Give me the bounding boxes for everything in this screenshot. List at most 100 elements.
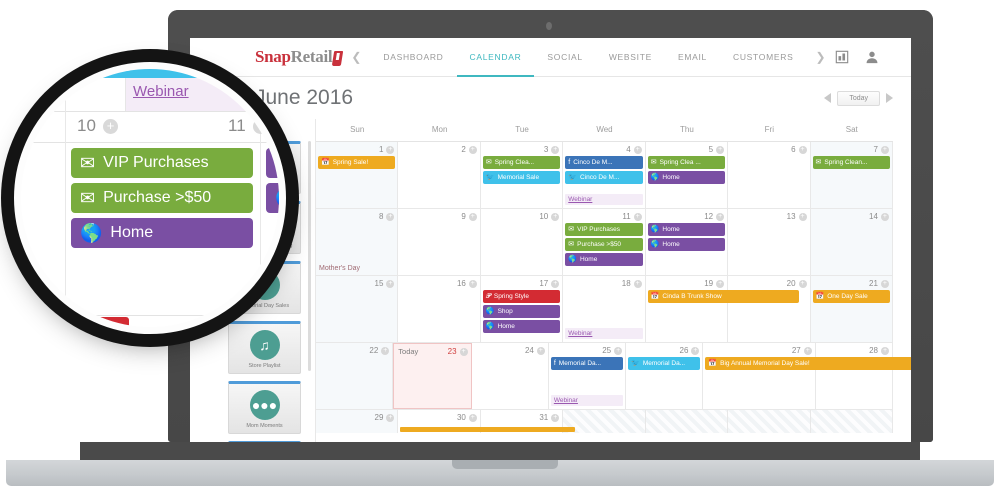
add-event-plus-icon[interactable]: +: [381, 346, 390, 355]
calendar-event[interactable]: 𝓟 Spring Style: [482, 290, 561, 303]
add-event-plus-icon[interactable]: +: [551, 212, 560, 221]
calendar-day-cell[interactable]: 20 +: [728, 276, 811, 342]
webinar-link[interactable]: Webinar: [550, 395, 624, 406]
nav-item-email[interactable]: EMAIL: [665, 38, 720, 77]
add-event-plus-icon[interactable]: +: [880, 212, 889, 221]
idea-card[interactable]: ●●● Mom Moments: [228, 381, 301, 434]
magnified-webinar-link[interactable]: Webinar: [133, 83, 189, 100]
add-event-plus-icon[interactable]: +: [468, 413, 477, 422]
calendar-day-cell[interactable]: Today 23 +: [393, 343, 472, 409]
calendar-day-cell[interactable]: 9 +: [398, 209, 481, 275]
add-event-plus-icon[interactable]: +: [798, 212, 807, 221]
add-event-plus-icon[interactable]: +: [880, 279, 889, 288]
magnified-twitter-event[interactable]: [83, 69, 213, 78]
chevron-right-icon[interactable]: ❯: [806, 50, 834, 64]
calendar-day-cell[interactable]: 12 + 🌎 Home 🌎 Home: [646, 209, 729, 275]
add-event-plus-icon[interactable]: +: [536, 346, 545, 355]
add-event-plus-icon[interactable]: +: [459, 347, 468, 356]
add-event-plus-icon[interactable]: +: [551, 279, 560, 288]
add-event-plus-icon[interactable]: +: [798, 279, 807, 288]
calendar-day-cell[interactable]: 28 +: [816, 343, 894, 409]
add-event-plus-icon[interactable]: +: [468, 212, 477, 221]
add-event-plus-icon[interactable]: +: [551, 145, 560, 154]
calendar-day-cell[interactable]: 15 +: [316, 276, 399, 342]
idea-card[interactable]: ♫ Store Playlist: [228, 321, 301, 374]
calendar-day-cell[interactable]: 10 +: [481, 209, 564, 275]
calendar-event[interactable]: 📅 Big Annual Memorial Day Sale!: [705, 357, 911, 370]
add-event-plus-icon[interactable]: +: [633, 212, 642, 221]
triangle-left-icon[interactable]: [824, 93, 832, 103]
webinar-link[interactable]: Webinar: [565, 194, 643, 205]
calendar-event[interactable]: ✉ Purchase >$50: [565, 238, 643, 251]
calendar-event[interactable]: ✉ Spring Clea ...: [647, 156, 726, 169]
triangle-right-icon[interactable]: [886, 93, 893, 103]
calendar-day-cell[interactable]: 29 +: [316, 410, 399, 433]
calendar-day-cell[interactable]: 19 + 📅 Cinda B Trunk Show: [646, 276, 800, 342]
add-event-plus-icon[interactable]: +: [468, 145, 477, 154]
add-event-plus-icon[interactable]: +: [253, 119, 268, 134]
calendar-day-cell[interactable]: 1 + 📅 Spring Sale!: [316, 142, 399, 208]
calendar-event[interactable]: 📅 One Day Sale: [812, 290, 890, 303]
calendar-day-cell[interactable]: 30 +: [398, 410, 575, 433]
calendar-day-cell[interactable]: [810, 410, 893, 433]
magnified-event-home[interactable]: 🌎 Home: [71, 218, 253, 248]
calendar-day-cell[interactable]: 26 + 🐦 Memorial Da...: [626, 343, 704, 409]
calendar-day-cell[interactable]: 24 +: [472, 343, 549, 409]
add-event-plus-icon[interactable]: +: [551, 413, 560, 422]
continuing-promotion-bar[interactable]: [400, 427, 575, 432]
add-event-plus-icon[interactable]: +: [716, 145, 725, 154]
calendar-day-cell[interactable]: 17 + 𝓟 Spring Style 🌎 Shop 🌎 Home: [481, 276, 564, 342]
add-event-plus-icon[interactable]: +: [386, 212, 395, 221]
nav-item-calendar[interactable]: CALENDAR: [456, 38, 535, 77]
webinar-link[interactable]: Webinar: [565, 328, 643, 339]
calendar-day-cell[interactable]: 25 + f Memorial Da... Webinar: [549, 343, 627, 409]
magnified-pinterest-event[interactable]: [65, 317, 129, 327]
calendar-event[interactable]: 🌎 Home: [647, 223, 726, 236]
add-event-plus-icon[interactable]: +: [716, 212, 725, 221]
add-event-plus-icon[interactable]: +: [881, 346, 890, 355]
calendar-event[interactable]: f Memorial Da...: [550, 357, 624, 370]
calendar-event[interactable]: 🐦 Cinco De M...: [565, 171, 643, 184]
calendar-event[interactable]: 📅 Spring Sale!: [318, 156, 396, 169]
reports-grid-icon[interactable]: [835, 50, 849, 64]
snapretail-logo[interactable]: Snap Retail: [255, 47, 344, 67]
calendar-day-cell[interactable]: [728, 410, 811, 433]
add-event-plus-icon[interactable]: +: [880, 145, 889, 154]
calendar-day-cell[interactable]: 8 + Mother's Day: [316, 209, 399, 275]
calendar-event[interactable]: 🌎 Home: [482, 320, 561, 333]
calendar-event[interactable]: 📅 Cinda B Trunk Show: [647, 290, 800, 303]
nav-item-website[interactable]: WEBSITE: [596, 38, 665, 77]
calendar-event[interactable]: 🌎 Home: [565, 253, 643, 266]
today-button[interactable]: Today: [837, 90, 880, 106]
calendar-day-cell[interactable]: 22 +: [316, 343, 394, 409]
nav-item-customers[interactable]: CUSTOMERS: [720, 38, 806, 77]
calendar-day-cell[interactable]: 13 +: [728, 209, 811, 275]
calendar-day-cell[interactable]: 6 +: [728, 142, 811, 208]
calendar-day-cell[interactable]: 5 + ✉ Spring Clea ... 🌎 Home: [646, 142, 729, 208]
add-event-plus-icon[interactable]: +: [468, 279, 477, 288]
calendar-event[interactable]: 🌎 Home: [647, 238, 726, 251]
sidebar-scrollbar[interactable]: [308, 141, 311, 371]
add-event-plus-icon[interactable]: +: [798, 145, 807, 154]
calendar-event[interactable]: 🌎 Home: [647, 171, 726, 184]
add-event-plus-icon[interactable]: +: [691, 346, 700, 355]
calendar-day-cell[interactable]: 18 + Webinar: [563, 276, 646, 342]
calendar-day-cell[interactable]: 11 + ✉ VIP Purchases ✉ Purchase >$50 🌎 Home: [563, 209, 646, 275]
calendar-day-cell[interactable]: 16 +: [398, 276, 481, 342]
add-event-plus-icon[interactable]: +: [386, 279, 395, 288]
calendar-event[interactable]: f Cinco De M...: [565, 156, 643, 169]
calendar-day-cell[interactable]: 21 + 📅 One Day Sale: [810, 276, 893, 342]
calendar-event[interactable]: ✉ Spring Clea...: [482, 156, 561, 169]
chevron-left-icon[interactable]: ❮: [342, 50, 370, 64]
calendar-event[interactable]: ✉ VIP Purchases: [565, 223, 643, 236]
add-event-plus-icon[interactable]: +: [633, 279, 642, 288]
magnified-event-vip-purchases[interactable]: ✉ VIP Purchases: [71, 148, 253, 178]
nav-item-dashboard[interactable]: DASHBOARD: [370, 38, 456, 77]
account-person-icon[interactable]: [865, 50, 879, 64]
calendar-day-cell[interactable]: [645, 410, 729, 433]
add-event-plus-icon[interactable]: +: [614, 346, 623, 355]
magnified-event-purchase-over-50[interactable]: ✉ Purchase >$50: [71, 183, 253, 213]
add-event-plus-icon[interactable]: +: [633, 145, 642, 154]
nav-item-social[interactable]: SOCIAL: [534, 38, 595, 77]
add-event-plus-icon[interactable]: +: [386, 413, 395, 422]
